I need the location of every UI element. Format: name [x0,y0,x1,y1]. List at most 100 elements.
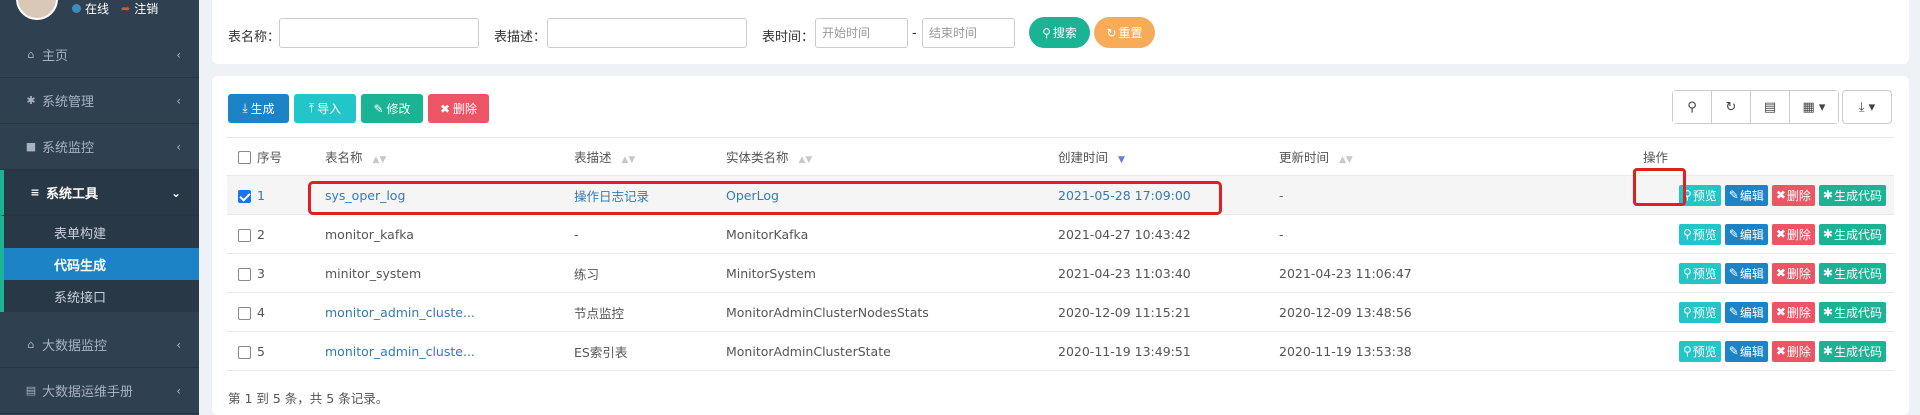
gen-code-button[interactable]: ✱ 生成代码 [1818,223,1886,245]
select-all-checkbox[interactable] [238,151,251,164]
reset-button[interactable]: ↻ 重置 [1094,17,1155,48]
sort-icon: ▲▼ [372,155,387,165]
table-row[interactable]: 4 monitor_admin_cluste... 节点监控 MonitorAd… [227,292,1894,332]
select-all-checkbox-cell[interactable] [227,137,257,176]
gen-code-button[interactable]: ✱ 生成代码 [1818,184,1886,206]
row-checkbox-cell[interactable] [227,292,257,332]
delete-row-button[interactable]: ✖ 删除 [1771,262,1815,284]
sidebar-item-system-tools[interactable]: ≡ 系统工具 ⌄ [0,170,199,216]
edit-button[interactable]: ✎ 修改 [361,94,423,123]
table-tools: ⚲ ↻ ▤ ▦ ▾ [1672,90,1839,124]
bars-icon: ≡ [30,186,40,199]
delete-row-button[interactable]: ✖ 删除 [1771,223,1815,245]
row-checkbox-cell[interactable] [227,214,257,254]
search-button[interactable]: ⚲ 搜索 [1029,17,1090,48]
gen-code-button[interactable]: ✱ 生成代码 [1818,301,1886,323]
table-row[interactable]: 2 monitor_kafka - MonitorKafka 2021-04-2… [227,214,1894,254]
refresh-icon[interactable]: ↻ [1712,91,1751,123]
col-ops-label: 操作 [1643,150,1669,165]
search-icon: ⚲ [1042,25,1051,40]
pagination-info: 第 1 到 5 条，共 5 条记录。 [228,391,389,406]
refresh-icon: ↻ [1106,25,1117,40]
col-table-name-label: 表名称 [325,150,363,165]
sidebar-item-system-management[interactable]: ✱ 系统管理 ‹ [0,78,199,124]
gear-icon: ✱ [26,94,36,107]
sidebar-item-bigdata-ops-manual[interactable]: ▤ 大数据运维手册 ‹ [0,368,199,414]
sidebar-item-label: 大数据运维手册 [42,385,134,400]
cell-table-name[interactable]: monitor_admin_cluste... [325,331,574,371]
end-time-input[interactable]: 结束时间 [922,18,1015,48]
search-toggle-icon[interactable]: ⚲ [1673,91,1712,123]
row-checkbox-cell[interactable] [227,175,257,215]
edit-row-button[interactable]: ✎ 编辑 [1724,301,1768,323]
start-time-input[interactable]: 开始时间 [815,18,908,48]
sidebar-subitem-form-builder[interactable]: 表单构建 [4,216,199,248]
video-icon: ■ [25,140,37,153]
edit-icon: ✎ [373,101,384,116]
cell-table-name[interactable]: minitor_system [325,253,574,293]
sidebar-item-system-monitor[interactable]: ■ 系统监控 ‹ [0,124,199,170]
delete-row-button[interactable]: ✖ 删除 [1771,301,1815,323]
col-created[interactable]: 创建时间 ▼ [1058,137,1279,176]
row-checkbox-cell[interactable] [227,331,257,371]
sidebar: 在线 ➦ 注销 ⌂ 主页 ‹ ✱ 系统管理 ‹ ■ 系统监控 ‹ ≡ 系统工具 … [0,0,199,415]
delete-button[interactable]: ✖ 删除 [428,94,489,123]
columns-icon[interactable]: ▦ ▾ [1790,91,1838,123]
delete-row-button[interactable]: ✖ 删除 [1771,184,1815,206]
col-updated[interactable]: 更新时间 ▲▼ [1279,137,1609,176]
generate-button[interactable]: ⤓ 生成 [228,94,289,123]
export-icon[interactable]: ⤓ ▾ [1842,90,1892,124]
sidebar-item-label: 大数据监控 [42,339,108,354]
col-table-desc[interactable]: 表描述 ▲▼ [574,137,726,176]
row-checkbox-cell[interactable] [227,253,257,293]
gen-code-button[interactable]: ✱ 生成代码 [1818,262,1886,284]
col-table-name[interactable]: 表名称 ▲▼ [325,137,574,176]
close-icon: ✖ [439,101,451,116]
chevron-down-icon: ⌄ [170,185,181,200]
edit-row-button[interactable]: ✎ 编辑 [1724,262,1768,284]
row-checkbox[interactable] [238,306,251,320]
edit-row-button[interactable]: ✎ 编辑 [1724,223,1768,245]
row-checkbox[interactable] [238,345,251,359]
import-button[interactable]: ⤒ 导入 [294,94,356,123]
cell-table-name[interactable]: monitor_admin_cluste... [325,292,574,332]
sidebar-item-label: 系统工具 [46,187,99,202]
sidebar-submenu: 表单构建 代码生成 系统接口 [0,216,199,312]
cell-index: 2 [257,214,325,254]
table-row[interactable]: 3 minitor_system 练习 MinitorSystem 2021-0… [227,253,1894,293]
sidebar-subitem-code-gen[interactable]: 代码生成 [4,248,199,280]
edit-row-button[interactable]: ✎ 编辑 [1724,184,1768,206]
avatar[interactable] [16,0,58,20]
toggle-view-icon[interactable]: ▤ [1751,91,1790,123]
preview-label: 预览 [1692,266,1717,281]
row-checkbox[interactable] [238,189,251,203]
logout-icon[interactable]: ➦ [121,2,130,15]
col-entity-label: 实体类名称 [726,150,789,165]
highlight-row-box [308,181,1222,215]
sidebar-item-home[interactable]: ⌂ 主页 ‹ [0,32,199,78]
logout-link[interactable]: 注销 [134,0,158,17]
search-panel: 表名称： 表描述： 表时间： 开始时间 - 结束时间 ⚲ 搜索 ↻ 重置 [212,0,1909,64]
chevron-left-icon: ‹ [176,47,181,62]
delete-row-button[interactable]: ✖ 删除 [1771,340,1815,362]
sidebar-subitem-system-api[interactable]: 系统接口 [4,280,199,312]
gen-code-button[interactable]: ✱ 生成代码 [1818,340,1886,362]
edit-row-button[interactable]: ✎ 编辑 [1724,340,1768,362]
preview-button[interactable]: ⚲ 预览 [1678,223,1721,245]
delete-label: 删除 [1786,188,1811,203]
preview-button[interactable]: ⚲ 预览 [1678,340,1721,362]
cell-table-name[interactable]: monitor_kafka [325,214,574,254]
edit-icon: ✎ [1728,305,1739,319]
table-desc-input[interactable] [547,18,747,48]
edit-icon: ✎ [1728,266,1739,280]
row-checkbox[interactable] [238,267,251,281]
preview-button[interactable]: ⚲ 预览 [1678,301,1721,323]
sidebar-item-bigdata-monitor[interactable]: ⌂ 大数据监控 ‹ [0,322,199,368]
col-table-desc-label: 表描述 [574,150,612,165]
download-icon: ⤓ [242,101,248,115]
preview-button[interactable]: ⚲ 预览 [1678,262,1721,284]
row-checkbox[interactable] [238,228,251,242]
table-name-input[interactable] [279,18,479,48]
table-row[interactable]: 5 monitor_admin_cluste... ES索引表 MonitorA… [227,331,1894,371]
col-entity[interactable]: 实体类名称 ▲▼ [726,137,1058,176]
